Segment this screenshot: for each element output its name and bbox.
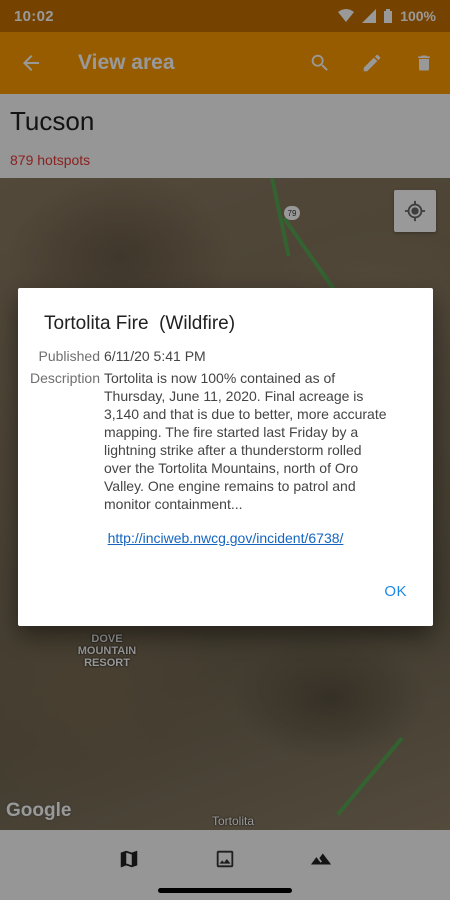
published-value: 6/11/20 5:41 PM [104, 348, 206, 364]
description-line: monitor containment... [104, 496, 243, 512]
description-label: Description [29, 370, 100, 386]
ok-button[interactable]: OK [384, 583, 407, 600]
description-row: Description Tortolita is now 100% contai… [18, 369, 404, 513]
fire-details-dialog: Tortolita Fire (Wildfire) Published 6/11… [18, 288, 433, 626]
description-line: mapping. The fire started last Friday by… [104, 424, 359, 440]
incident-link[interactable]: http://inciweb.nwcg.gov/incident/6738/ [18, 530, 433, 546]
published-label: Published [38, 348, 101, 364]
description-text: Tortolita is now 100% contained as of Th… [104, 369, 404, 513]
description-line: Valley. One engine remains to patrol and [104, 478, 356, 494]
description-line: over the Tortolita Mountains, north of O… [104, 460, 359, 476]
description-line: lightning strike after a thunderstorm ro… [104, 442, 362, 458]
description-line: Tortolita is now 100% contained as of [104, 370, 336, 386]
published-row: Published 6/11/20 5:41 PM [18, 347, 404, 365]
description-line: 3,140 and that is due to better, more ac… [104, 406, 387, 422]
description-line: Thursday, June 11, 2020. Final acreage i… [104, 388, 364, 404]
dialog-title: Tortolita Fire (Wildfire) [44, 313, 236, 334]
